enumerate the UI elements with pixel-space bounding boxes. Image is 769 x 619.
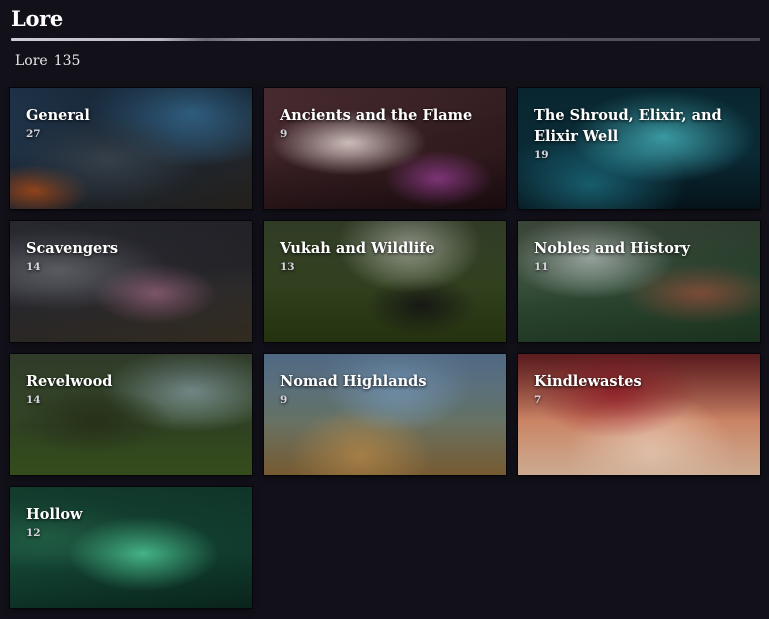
category-name: Nomad Highlands 9: [280, 371, 492, 407]
category-name: The Shroud, Elixir, and Elixir Well 19: [534, 105, 746, 162]
category-count: 27: [26, 128, 41, 140]
category-count: 9: [280, 128, 288, 140]
page-title: Lore: [11, 6, 63, 31]
category-card-hollow[interactable]: Hollow 12: [10, 487, 252, 608]
category-count: 13: [280, 261, 295, 273]
title-divider: [11, 38, 760, 41]
category-name: Nobles and History 11: [534, 238, 746, 274]
category-card-general[interactable]: General 27: [10, 88, 252, 209]
category-card-ancients-and-the-flame[interactable]: Ancients and the Flame 9: [264, 88, 506, 209]
category-name: General 27: [26, 105, 238, 141]
category-name: Kindlewastes 7: [534, 371, 746, 407]
category-name: Revelwood 14: [26, 371, 238, 407]
category-card-revelwood[interactable]: Revelwood 14: [10, 354, 252, 475]
category-count: 11: [534, 261, 549, 273]
category-card-nomad-highlands[interactable]: Nomad Highlands 9: [264, 354, 506, 475]
category-card-kindlewastes[interactable]: Kindlewastes 7: [518, 354, 760, 475]
category-count: 19: [534, 149, 549, 161]
category-count: 12: [26, 527, 41, 539]
category-name: Hollow 12: [26, 504, 238, 540]
category-name: Ancients and the Flame 9: [280, 105, 492, 141]
lore-count-label: Lore: [15, 53, 48, 69]
category-card-vukah-and-wildlife[interactable]: Vukah and Wildlife 13: [264, 221, 506, 342]
category-count: 14: [26, 261, 41, 273]
category-card-nobles-and-history[interactable]: Nobles and History 11: [518, 221, 760, 342]
category-count: 7: [534, 394, 542, 406]
category-count: 14: [26, 394, 41, 406]
category-name: Vukah and Wildlife 13: [280, 238, 492, 274]
category-name: Scavengers 14: [26, 238, 238, 274]
lore-category-grid: General 27 Ancients and the Flame 9 The …: [10, 88, 760, 608]
lore-count-value: 135: [53, 53, 81, 69]
category-card-scavengers[interactable]: Scavengers 14: [10, 221, 252, 342]
lore-count: Lore 135: [15, 53, 86, 69]
category-card-the-shroud-elixir-and-elixir-well[interactable]: The Shroud, Elixir, and Elixir Well 19: [518, 88, 760, 209]
category-count: 9: [280, 394, 288, 406]
